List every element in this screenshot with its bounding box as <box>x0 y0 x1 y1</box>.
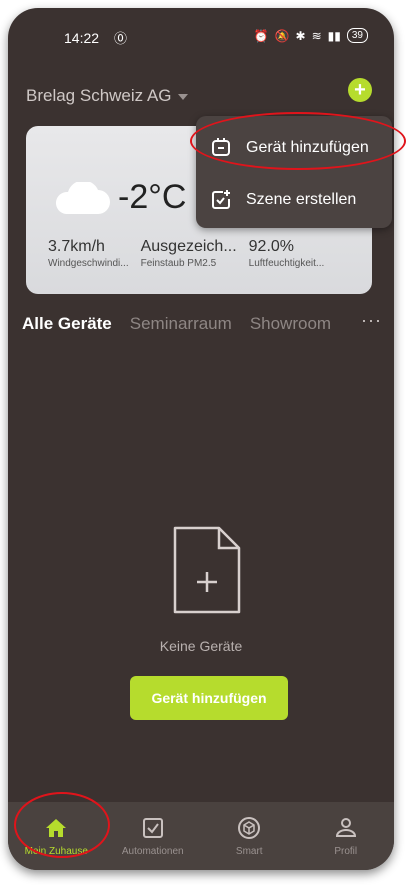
status-time: 14:22 <box>64 30 100 46</box>
weather-stats: 3.7km/h Windgeschwindi... Ausgezeich... … <box>48 238 368 269</box>
device-add-icon <box>212 138 230 156</box>
weather-stat-pm25: Ausgezeich... Feinstaub PM2.5 <box>141 238 237 269</box>
home-selector[interactable]: Brelag Schweiz AG <box>26 86 188 106</box>
checkbox-icon <box>142 817 163 838</box>
nav-smart[interactable]: Smart <box>201 802 298 870</box>
wifi-icon: ≋ <box>311 28 322 43</box>
nav-smart-label: Smart <box>235 845 263 857</box>
nav-automations[interactable]: Automationen <box>105 802 202 870</box>
status-bar: 14:22 ⓪ ⏰ 🔕 ✱ ≋ ▮▮ 39 <box>8 8 394 58</box>
more-icon[interactable]: ··· <box>361 310 382 331</box>
weather-stat-humidity: 92.0% Luftfeuchtigkeit... <box>249 238 325 269</box>
menu-item-create-scene-label: Szene erstellen <box>246 191 357 208</box>
menu-item-add-device-label: Gerät hinzufügen <box>246 139 369 156</box>
nav-home[interactable]: Mein Zuhause <box>8 802 105 870</box>
battery-indicator: 39 <box>346 28 368 43</box>
weather-stat-wind: 3.7km/h Windgeschwindi... <box>48 238 129 269</box>
scene-add-icon <box>212 190 230 209</box>
mute-icon: 🔕 <box>274 28 290 43</box>
pm25-value: Ausgezeich... <box>140 238 237 255</box>
add-menu: Gerät hinzufügen Szene erstellen <box>196 116 392 228</box>
plus-icon: + <box>354 78 366 101</box>
menu-item-create-scene[interactable]: Szene erstellen <box>196 176 392 224</box>
wind-label: Windgeschwindi... <box>48 258 129 269</box>
nav-profile-label: Profil <box>334 845 358 857</box>
empty-message: Keine Geräte <box>159 638 243 654</box>
room-tabs: Alle Geräte Seminarraum Showroom <box>22 314 394 334</box>
phone-screen: 14:22 ⓪ ⏰ 🔕 ✱ ≋ ▮▮ 39 Brelag Schweiz AG … <box>8 8 394 870</box>
add-button[interactable]: + <box>348 78 372 102</box>
tab-seminarraum[interactable]: Seminarraum <box>130 314 232 334</box>
nav-profile[interactable]: Profil <box>298 802 395 870</box>
chevron-down-icon <box>177 94 188 100</box>
cloud-icon <box>55 182 110 214</box>
pm25-label: Feinstaub PM2.5 <box>140 258 217 269</box>
tab-all-devices[interactable]: Alle Geräte <box>22 314 112 334</box>
person-icon <box>335 817 356 837</box>
humidity-value: 92.0% <box>248 238 295 255</box>
tab-showroom[interactable]: Showroom <box>250 314 331 334</box>
humidity-label: Luftfeuchtigkeit... <box>248 258 325 269</box>
signal-icon: ▮▮ <box>327 28 341 43</box>
add-device-button[interactable]: Gerät hinzufügen <box>130 676 288 720</box>
alarm-icon: ⏰ <box>253 28 269 43</box>
nav-automations-label: Automationen <box>121 845 184 857</box>
cube-icon <box>238 816 261 839</box>
sync-icon: ⓪ <box>114 31 128 46</box>
weather-temperature: -2°C <box>118 178 187 216</box>
empty-file-icon <box>173 526 241 614</box>
bottom-nav: Mein Zuhause Automationen Smart Profil <box>8 802 394 870</box>
menu-item-add-device[interactable]: Gerät hinzufügen <box>196 124 392 172</box>
status-icons: ⏰ 🔕 ✱ ≋ ▮▮ 39 <box>254 28 368 43</box>
home-icon <box>46 818 67 837</box>
wind-value: 3.7km/h <box>48 238 105 255</box>
home-name: Brelag Schweiz AG <box>26 86 172 105</box>
nav-home-label: Mein Zuhause <box>24 845 88 857</box>
bluetooth-icon: ✱ <box>295 28 306 43</box>
